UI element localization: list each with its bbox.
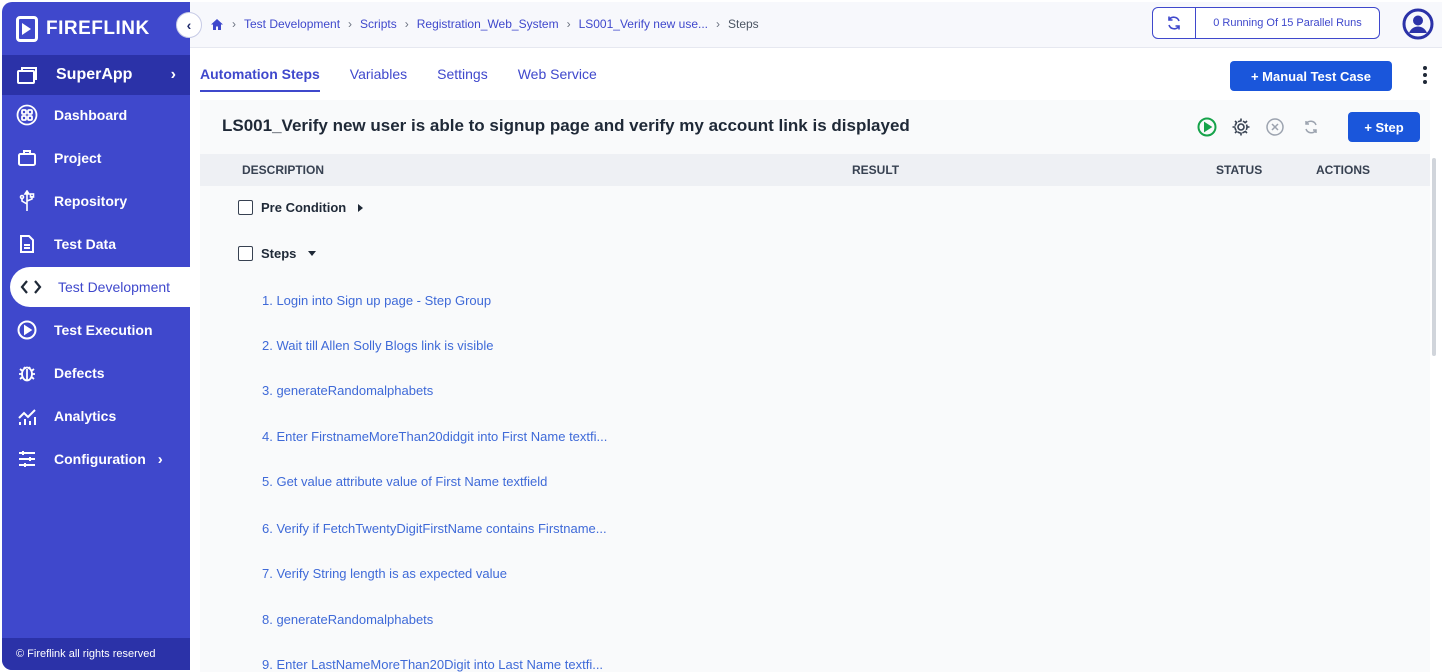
step-item[interactable]: 5. Get value attribute value of First Na… [262,474,547,489]
analytics-icon [16,405,38,427]
steps-checkbox[interactable] [238,246,253,261]
sidebar-item-project[interactable]: Project [2,138,190,178]
column-header-description: DESCRIPTION [242,163,325,177]
vertical-scrollbar[interactable] [1432,158,1436,356]
sidebar-item-test-data[interactable]: Test Data [2,224,190,264]
sidebar-item-label: Repository [54,193,128,209]
sidebar-item-label: Test Development [58,279,171,295]
refresh-icon [1168,16,1180,30]
brand-logo[interactable]: FIREFLINK [16,16,150,42]
play-circle-icon [16,319,38,341]
sidebar-item-label: Configuration [54,451,146,467]
sidebar-item-label: Defects [54,365,105,381]
chevron-right-icon: › [157,450,163,468]
tab-bar: Automation Steps Variables Settings Web … [200,58,627,92]
user-avatar[interactable] [1402,8,1434,40]
sidebar-item-dashboard[interactable]: Dashboard [2,95,190,135]
steps-panel: LS001_Verify new user is able to signup … [200,100,1430,672]
briefcase-icon [16,147,38,169]
step-item[interactable]: 7. Verify String length is as expected v… [262,566,507,581]
breadcrumb-current: Steps [728,17,759,31]
sidebar-item-configuration[interactable]: Configuration › [2,439,190,479]
sidebar-item-test-development[interactable]: Test Development [10,267,190,307]
pre-condition-checkbox[interactable] [238,200,253,215]
steps-group: Steps [238,246,317,261]
sidebar-item-analytics[interactable]: Analytics [2,396,190,436]
top-bar: › Test Development › Scripts › Registrat… [190,2,1442,48]
step-item[interactable]: 9. Enter LastNameMoreThan20Digit into La… [262,657,603,672]
play-circle-icon [1197,117,1217,137]
parallel-runs-status[interactable]: 0 Running Of 15 Parallel Runs [1196,7,1380,39]
home-icon[interactable] [210,18,224,31]
sidebar-item-repository[interactable]: Repository [2,181,190,221]
brand-name: FIREFLINK [46,18,150,39]
group-label: Pre Condition [261,200,347,215]
usb-icon [16,190,38,212]
column-header-result: RESULT [852,163,900,177]
bug-icon [16,362,38,384]
sidebar: FIREFLINK SuperApp › Dashboard Project R… [2,2,190,670]
step-item[interactable]: 8. generateRandomalphabets [262,612,433,627]
sync-icon [1305,120,1317,134]
step-item[interactable]: 6. Verify if FetchTwentyDigitFirstName c… [262,521,607,536]
user-icon [1402,8,1434,40]
column-header-status: STATUS [1216,163,1263,177]
sidebar-item-defects[interactable]: Defects [2,353,190,393]
manual-test-case-button[interactable]: + Manual Test Case [1230,61,1392,91]
collapse-sidebar-button[interactable]: ‹ [176,12,202,38]
superapp-menu[interactable]: SuperApp › [2,55,190,95]
refresh-button[interactable] [1152,7,1196,39]
expand-arrow-icon[interactable] [358,203,364,212]
code-icon [20,276,42,298]
sidebar-item-test-execution[interactable]: Test Execution [2,310,190,350]
copyright-footer: © Fireflink all rights reserved [2,638,190,670]
sidebar-item-label: Test Data [54,236,116,252]
breadcrumb-item[interactable]: Test Development [244,17,340,31]
step-item[interactable]: 4. Enter FirstnameMoreThan20didgit into … [262,429,607,444]
superapp-label: SuperApp [56,66,133,83]
breadcrumb-item[interactable]: Registration_Web_System [417,17,559,31]
chevron-left-icon: ‹ [186,17,192,33]
breadcrumb: › Test Development › Scripts › Registrat… [210,17,759,31]
document-icon [16,233,38,255]
run-settings-button[interactable] [1230,116,1252,138]
group-label: Steps [261,246,297,261]
add-step-button[interactable]: + Step [1348,112,1420,142]
step-item[interactable]: 1. Login into Sign up page - Step Group [262,293,491,308]
sidebar-item-label: Project [54,150,102,166]
sync-button[interactable] [1300,116,1322,138]
collapse-arrow-icon[interactable] [308,251,317,256]
sidebar-item-label: Test Execution [54,322,153,338]
script-title: LS001_Verify new user is able to signup … [222,116,910,135]
breadcrumb-item[interactable]: LS001_Verify new use... [579,17,708,31]
tab-web-service[interactable]: Web Service [518,58,597,92]
step-item[interactable]: 3. generateRandomalphabets [262,383,433,398]
pre-condition-group: Pre Condition [238,200,364,215]
close-circle-icon [1266,118,1284,136]
apps-stack-icon [17,67,37,84]
run-script-button[interactable] [1196,116,1218,138]
tab-automation-steps[interactable]: Automation Steps [200,58,320,92]
step-item[interactable]: 2. Wait till Allen Solly Blogs link is v… [262,338,493,353]
gear-icon [1232,118,1250,136]
table-header: DESCRIPTION RESULT STATUS ACTIONS [200,154,1430,186]
cancel-run-button[interactable] [1264,116,1286,138]
sidebar-item-label: Analytics [54,408,117,424]
more-options-icon[interactable] [1418,64,1432,86]
fireflink-logo-icon [16,16,38,42]
column-header-actions: ACTIONS [1316,163,1370,177]
dashboard-icon [16,104,38,126]
sliders-icon [16,448,38,470]
breadcrumb-item[interactable]: Scripts [360,17,397,31]
tab-settings[interactable]: Settings [437,58,488,92]
sidebar-item-label: Dashboard [54,107,128,123]
tab-variables[interactable]: Variables [350,58,407,92]
chevron-right-icon: › [170,66,176,83]
